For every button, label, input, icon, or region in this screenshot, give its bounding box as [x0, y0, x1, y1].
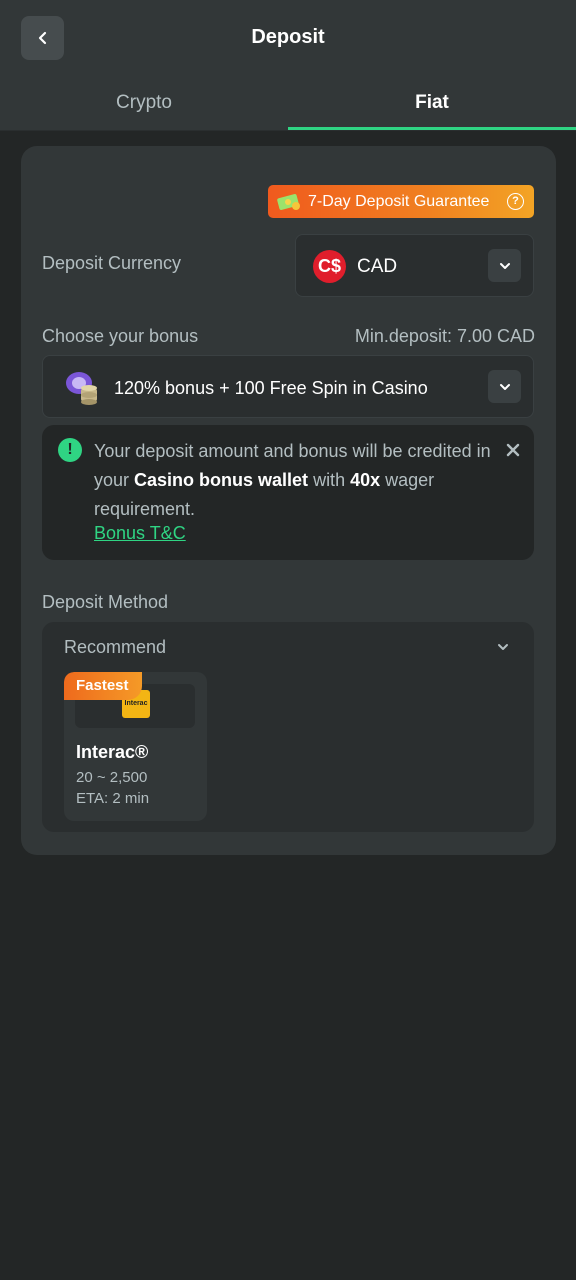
- deposit-card: 7-Day Deposit Guarantee ? Deposit Curren…: [21, 146, 556, 855]
- min-deposit-text: Min.deposit: 7.00 CAD: [354, 326, 535, 346]
- deposit-method-label: Deposit Method: [42, 592, 169, 612]
- deposit-guarantee-badge[interactable]: 7-Day Deposit Guarantee ?: [268, 185, 534, 218]
- alert-icon: !: [58, 438, 82, 462]
- close-icon[interactable]: [504, 441, 522, 459]
- payment-method-interac[interactable]: Interac Fastest Interac® 20 ~ 2,500 ETA:…: [64, 672, 207, 821]
- choose-bonus-label: Choose your bonus: [42, 326, 199, 346]
- tab-crypto[interactable]: Crypto: [0, 78, 288, 130]
- notice-text-part: with: [308, 470, 351, 490]
- notice-wager-multiplier: 40x: [350, 470, 381, 490]
- method-eta: ETA: 2 min: [76, 790, 150, 807]
- bonus-tc-link[interactable]: Bonus T&C: [94, 523, 186, 544]
- bonus-value: 120% bonus + 100 Free Spin in Casino: [114, 378, 428, 398]
- header: Deposit: [0, 0, 576, 78]
- notice-text: Your deposit amount and bonus will be cr…: [94, 437, 514, 524]
- fastest-badge: Fastest: [64, 672, 142, 700]
- chevron-down-icon: [499, 383, 510, 390]
- method-range: 20 ~ 2,500: [76, 769, 148, 786]
- currency-value: CAD: [357, 256, 398, 277]
- bonus-select[interactable]: 120% bonus + 100 Free Spin in Casino: [42, 355, 534, 418]
- question-circle-icon[interactable]: ?: [507, 193, 524, 210]
- tab-fiat[interactable]: Fiat: [288, 78, 576, 130]
- currency-dropdown-toggle[interactable]: [488, 249, 521, 282]
- money-icon: [277, 193, 300, 210]
- chevron-down-icon[interactable]: [496, 640, 510, 654]
- tab-bar: Crypto Fiat: [0, 78, 576, 131]
- page-title: Deposit: [251, 26, 325, 48]
- canada-flag-icon: C$: [313, 250, 346, 283]
- bonus-dropdown-toggle[interactable]: [488, 370, 521, 403]
- recommend-label[interactable]: Recommend: [64, 637, 166, 658]
- casino-chips-icon: [66, 372, 97, 405]
- method-name: Interac®: [76, 742, 149, 762]
- currency-select[interactable]: C$ CAD: [295, 234, 534, 297]
- bonus-notice: ! Your deposit amount and bonus will be …: [42, 425, 534, 560]
- guarantee-label: 7-Day Deposit Guarantee: [308, 192, 490, 210]
- deposit-method-group: Recommend Interac Fastest Interac® 20 ~ …: [42, 622, 534, 832]
- deposit-currency-label: Deposit Currency: [42, 253, 182, 273]
- notice-wallet-name: Casino bonus wallet: [134, 470, 309, 490]
- chevron-down-icon: [499, 262, 510, 269]
